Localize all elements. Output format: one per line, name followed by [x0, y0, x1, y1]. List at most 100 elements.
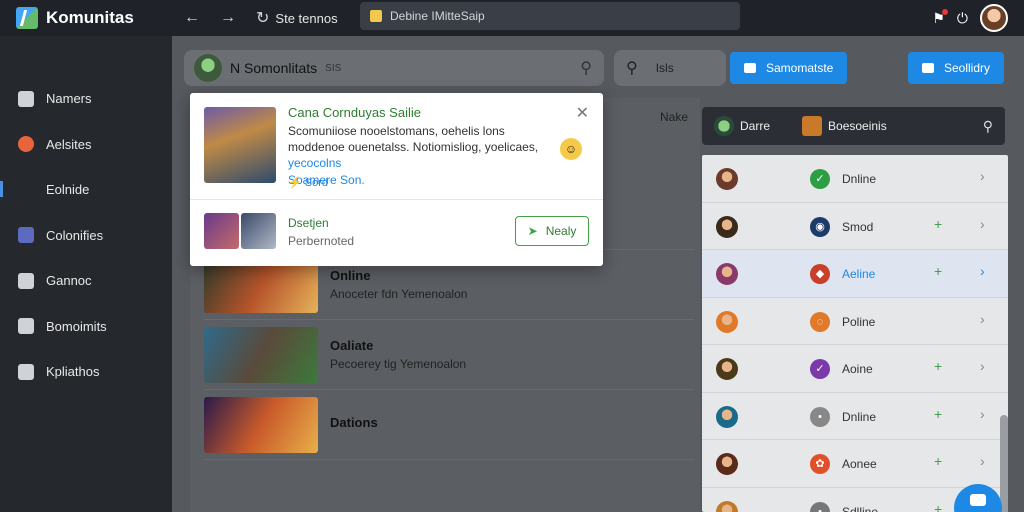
- friend-status-label: Aeline: [842, 267, 876, 281]
- list-item[interactable]: Oaliate Pecoerey tig Yemenoalon: [204, 320, 694, 390]
- search-avatar: [194, 54, 222, 82]
- list-item-text: Dations: [330, 415, 378, 434]
- search-icon[interactable]: ⚲: [580, 58, 592, 78]
- sidebar-item-label: Eolnide: [46, 182, 90, 198]
- friend-avatar: [716, 405, 738, 428]
- game-thumbnail: [204, 396, 318, 453]
- tab2-icon: [802, 116, 823, 136]
- sidebar-item-label: Bomoimits: [46, 318, 107, 334]
- chevron-right-icon[interactable]: ›: [980, 358, 985, 374]
- popup-link[interactable]: ⚡ Sord: [288, 176, 328, 189]
- forward-arrow-icon[interactable]: →: [220, 9, 236, 27]
- popup-text-link1[interactable]: yecocolns: [288, 156, 341, 170]
- site-icon: [370, 10, 382, 22]
- sidebar-item-2[interactable]: Eolnide: [0, 167, 172, 213]
- sidebar-item-4[interactable]: Gannoc: [0, 258, 172, 304]
- add-icon[interactable]: +: [934, 263, 942, 279]
- add-icon[interactable]: +: [934, 453, 942, 469]
- popup-link-label: Sord: [304, 177, 329, 189]
- tab-label[interactable]: Ste tennos: [275, 11, 337, 26]
- add-icon[interactable]: +: [934, 406, 942, 422]
- list-item-text: Online Anoceter fdn Yemenoalon: [330, 268, 467, 301]
- friend-row[interactable]: ◌ Poline ›: [702, 298, 1008, 345]
- friend-row[interactable]: • Dnline + ›: [702, 393, 1008, 440]
- chevron-right-icon[interactable]: ›: [980, 263, 985, 279]
- circle-icon: [18, 136, 34, 153]
- notification-icon[interactable]: ⚑: [932, 8, 948, 27]
- top-bar: Komunitas ← → ↻ Ste tennos Debine IMitte…: [0, 0, 1024, 36]
- square-icon: [18, 227, 34, 244]
- friend-status-label: Sdlline: [842, 504, 879, 512]
- scrollbar[interactable]: [1000, 415, 1008, 512]
- address-bar[interactable]: Debine IMitteSaip: [360, 2, 740, 30]
- list-item-title: Dations: [330, 415, 378, 430]
- chevron-right-icon[interactable]: ›: [980, 216, 985, 232]
- app-title: Komunitas: [46, 8, 134, 27]
- sidebar-item-5[interactable]: Bomoimits: [0, 304, 172, 350]
- filter-box[interactable]: ⚲ Isls: [614, 50, 726, 86]
- tab1-label[interactable]: Darre: [740, 119, 770, 133]
- chevron-right-icon[interactable]: ›: [980, 311, 985, 327]
- sidebar: Namers Aelsites Eolnide Colonifies Gannoc Bom…: [0, 36, 172, 512]
- popup-divider: [190, 199, 603, 200]
- power-icon[interactable]: ⏻: [957, 10, 968, 27]
- briefcase-icon: [744, 63, 756, 73]
- list-item-subtitle: Anoceter fdn Yemenoalon: [330, 287, 468, 301]
- primary-action-button[interactable]: Samomatste: [730, 52, 848, 84]
- sidebar-item-6[interactable]: Kpliathos: [0, 349, 172, 395]
- notification-popup: ✕ Cana Cornduyas Sailie Scomuniiose nooe…: [190, 93, 603, 266]
- popup-title: Cana Cornduyas Sailie: [288, 105, 421, 120]
- list-item-subtitle: Pecoerey tig Yemenoalon: [330, 357, 467, 371]
- list-item[interactable]: Dations: [204, 390, 694, 460]
- wrench-icon: [18, 318, 34, 335]
- back-arrow-icon[interactable]: ←: [184, 9, 200, 27]
- app-logo: [16, 7, 38, 29]
- friend-status-label: Aonee: [842, 457, 877, 471]
- add-icon[interactable]: +: [934, 358, 942, 374]
- friend-name: Dsetjen: [288, 216, 329, 230]
- brand[interactable]: Komunitas: [0, 7, 172, 29]
- status-icon: ✓: [810, 359, 830, 379]
- sidebar-item-3[interactable]: Colonifies: [0, 213, 172, 259]
- nav-controls: ← → ↻: [184, 8, 269, 28]
- status-icon: ✿: [810, 454, 830, 474]
- friend-row[interactable]: ✿ Aonee + ›: [702, 440, 1008, 488]
- reload-icon[interactable]: ↻: [256, 8, 269, 28]
- secondary-action-button[interactable]: Seollidry: [908, 52, 1005, 84]
- emoji-icon[interactable]: ☺: [560, 138, 582, 160]
- friend-avatar: [716, 310, 738, 333]
- friends-list: ✓ Dnline › ◉ Smod + › ◆ Aeline + › ◌ Poline › ✓ Aoine + ›…: [702, 155, 1008, 512]
- user-avatar[interactable]: [980, 4, 1008, 32]
- friend-avatar: [716, 215, 738, 238]
- chat-icon: [970, 494, 986, 506]
- status-icon: •: [810, 406, 830, 427]
- sidebar-item-0[interactable]: Namers: [0, 76, 172, 122]
- friend-row[interactable]: ✓ Aoine + ›: [702, 345, 1008, 393]
- reply-button-label: Nealy: [545, 224, 577, 238]
- sidebar-item-1[interactable]: Aelsites: [0, 122, 172, 168]
- add-icon[interactable]: +: [934, 216, 942, 232]
- friend-avatar: [716, 453, 738, 475]
- chevron-right-icon[interactable]: ›: [980, 168, 985, 184]
- reply-button[interactable]: ➤ Nealy: [515, 216, 589, 246]
- list-header: Nake: [659, 110, 688, 124]
- search-text: N Somonlitats: [230, 60, 318, 76]
- friend-thumb: [204, 213, 239, 249]
- address-text: Debine IMitteSaip: [390, 9, 485, 23]
- primary-action-label: Samomatste: [766, 61, 834, 75]
- chevron-right-icon[interactable]: ›: [980, 406, 985, 422]
- close-icon[interactable]: ✕: [576, 103, 589, 123]
- search-icon[interactable]: ⚲: [983, 118, 993, 135]
- chevron-right-icon[interactable]: ›: [980, 453, 985, 469]
- card-icon: [922, 63, 934, 73]
- friend-row[interactable]: ◆ Aeline + ›: [702, 250, 1008, 298]
- search-bar[interactable]: N Somonlitats SIS ⚲: [184, 50, 604, 86]
- status-icon: ◌: [810, 311, 830, 332]
- friend-row[interactable]: ◉ Smod + ›: [702, 203, 1008, 250]
- add-icon[interactable]: +: [934, 501, 942, 512]
- tab2-label[interactable]: Boesoeinis: [828, 119, 887, 133]
- send-icon: ➤: [527, 224, 538, 238]
- friend-row[interactable]: ✓ Dnline ›: [702, 155, 1008, 203]
- friend-status-label: Dnline: [842, 172, 877, 186]
- filter-label: Isls: [655, 61, 674, 75]
